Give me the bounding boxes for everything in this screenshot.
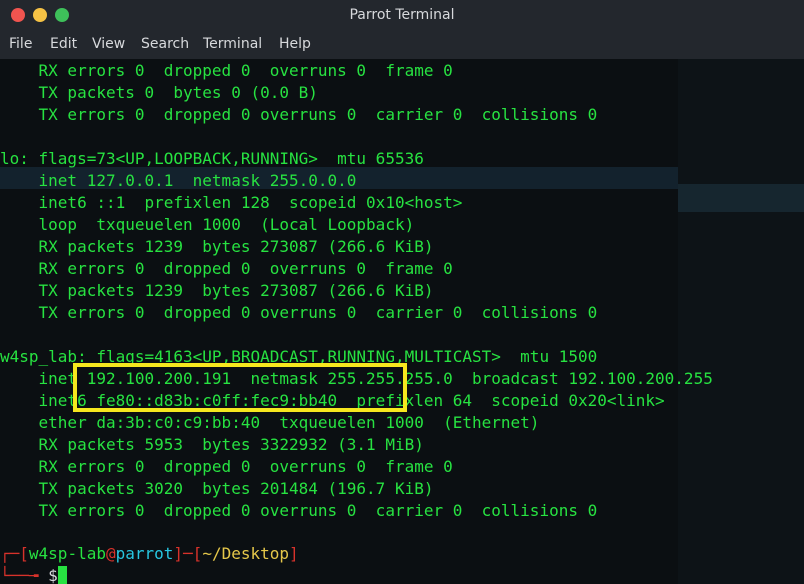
terminal-output-area[interactable]: RX errors 0 dropped 0 overruns 0 frame 0… [0,59,804,584]
output-line: TX packets 1239 bytes 273087 (266.6 KiB) [0,281,434,300]
output-line: TX errors 0 dropped 0 overruns 0 carrier… [0,303,598,322]
menu-view[interactable]: View [92,36,125,52]
output-line: inet6 ::1 prefixlen 128 scopeid 0x10<hos… [0,193,463,212]
menu-bar: File Edit View Search Terminal Help [0,31,804,60]
prompt-dollar: $ [48,566,58,584]
prompt-mid: ]─[ [173,544,203,563]
prompt-open: ┌─[ [0,544,29,563]
menu-help[interactable]: Help [279,36,311,52]
output-line: TX packets 3020 bytes 201484 (196.7 KiB) [0,479,434,498]
menu-search[interactable]: Search [141,36,189,52]
text-cursor[interactable] [57,566,67,584]
output-line: RX packets 1239 bytes 273087 (266.6 KiB) [0,237,434,256]
output-line: RX errors 0 dropped 0 overruns 0 frame 0 [0,259,453,278]
menu-terminal[interactable]: Terminal [203,36,262,52]
highlight-box [73,363,407,412]
prompt-host: parrot [115,544,174,563]
output-line: inet 127.0.0.1 netmask 255.0.0.0 [0,171,357,190]
output-line: ether da:3b:c0:c9:bb:40 txqueuelen 1000 … [0,413,540,432]
prompt-at: @ [105,544,116,563]
output-line: lo: flags=73<UP,LOOPBACK,RUNNING> mtu 65… [0,149,424,168]
output-line: RX errors 0 dropped 0 overruns 0 frame 0 [0,61,453,80]
menu-edit[interactable]: Edit [50,36,77,52]
prompt-close: ] [289,544,299,563]
prompt-input-line[interactable]: └──╼ $ [0,565,67,584]
terminal-window: Parrot Terminal File Edit View Search Te… [0,0,804,584]
output-line: loop txqueuelen 1000 (Local Loopback) [0,215,415,234]
window-title: Parrot Terminal [349,7,455,23]
menu-file[interactable]: File [9,36,32,52]
prompt-path: ~/Desktop [202,544,290,563]
prompt-corner: └──╼ [0,566,49,584]
output-line: RX packets 5953 bytes 3322932 (3.1 MiB) [0,435,424,454]
output-line: TX packets 0 bytes 0 (0.0 B) [0,83,318,102]
prompt-line: ┌─[w4sp-lab@parrot]─[~/Desktop] [0,543,299,565]
prompt-user: w4sp-lab [28,544,106,563]
title-bar[interactable]: Parrot Terminal [0,0,804,31]
output-line: RX errors 0 dropped 0 overruns 0 frame 0 [0,457,453,476]
output-line: TX errors 0 dropped 0 overruns 0 carrier… [0,105,598,124]
output-line: TX errors 0 dropped 0 overruns 0 carrier… [0,501,598,520]
background-ghost-panel [678,59,804,584]
